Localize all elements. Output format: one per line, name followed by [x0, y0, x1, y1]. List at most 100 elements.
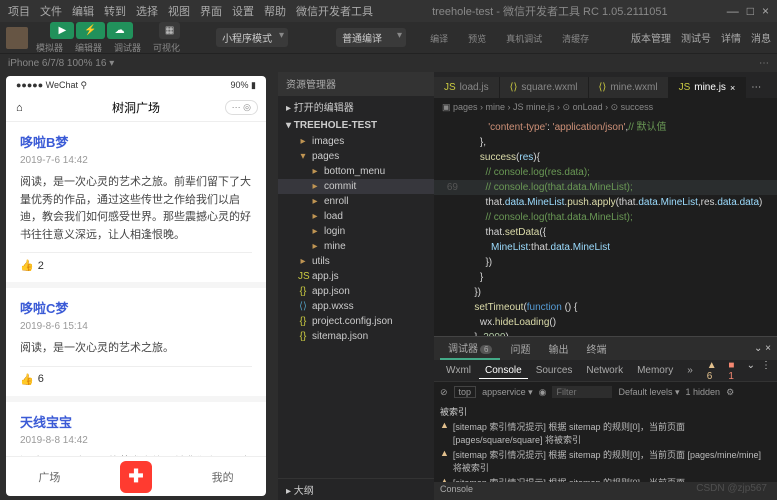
- context-select[interactable]: appservice ▾: [482, 387, 533, 398]
- close-icon[interactable]: ×: [730, 83, 735, 93]
- menu-界面[interactable]: 界面: [200, 3, 222, 19]
- code-line[interactable]: setTimeout(function () {: [434, 300, 777, 315]
- menu-设置[interactable]: 设置: [232, 3, 254, 19]
- home-icon[interactable]: ⌂: [16, 102, 23, 114]
- code-line[interactable]: // console.log(that.data.MineList);: [434, 210, 777, 225]
- top-context[interactable]: top: [454, 386, 477, 398]
- menu-转到[interactable]: 转到: [104, 3, 126, 19]
- warn-count[interactable]: ▲ 6: [707, 360, 723, 382]
- toolbar-right-消息[interactable]: 消息: [751, 30, 771, 45]
- root-folder[interactable]: ▾ TREEHOLE-TEST: [278, 117, 434, 134]
- code-line[interactable]: },: [434, 135, 777, 150]
- breadcrumb[interactable]: ▣ pages › mine › JS mine.js › ⊙ onLoad ›…: [434, 98, 777, 116]
- menu-微信开发者工具[interactable]: 微信开发者工具: [296, 3, 373, 19]
- code-line[interactable]: success(res){: [434, 150, 777, 165]
- file-mine[interactable]: ▸mine: [278, 239, 434, 254]
- console-line[interactable]: 被索引: [438, 404, 773, 419]
- more-icon[interactable]: ⋯: [759, 58, 769, 69]
- tab-load.js[interactable]: JSload.js: [434, 77, 500, 98]
- file-enroll[interactable]: ▸enroll: [278, 194, 434, 209]
- levels-select[interactable]: Default levels ▾: [618, 387, 679, 398]
- debug-tab-问题[interactable]: 问题: [502, 338, 538, 359]
- devtool-tab-Wxml[interactable]: Wxml: [440, 363, 477, 379]
- devtool-tab-»[interactable]: »: [681, 363, 699, 379]
- toolbar-right-版本管理[interactable]: 版本管理: [631, 30, 671, 45]
- like-row[interactable]: 👍2: [20, 252, 252, 272]
- opened-editors[interactable]: ▸ 打开的编辑器: [278, 96, 434, 117]
- console-line[interactable]: ▲[sitemap 索引情况提示] 根据 sitemap 的规则[0]，当前页面…: [438, 419, 773, 447]
- menu-选择[interactable]: 选择: [136, 3, 158, 19]
- code-line[interactable]: // console.log(res.data);: [434, 165, 777, 180]
- clear-console-icon[interactable]: ⊘: [440, 387, 448, 398]
- file-commit[interactable]: ▸commit: [278, 179, 434, 194]
- tabs-more-icon[interactable]: ⋯: [746, 77, 766, 98]
- toolbar-right-测试号[interactable]: 测试号: [681, 30, 711, 45]
- sim-button[interactable]: ⚡: [76, 22, 104, 39]
- window-control[interactable]: ×: [762, 4, 769, 18]
- console-line[interactable]: ▲[sitemap 索引情况提示] 根据 sitemap 的规则[0]，当前页面…: [438, 475, 773, 482]
- sim-button[interactable]: ▶: [50, 22, 74, 39]
- tab-post[interactable]: ✚: [93, 461, 180, 493]
- tab-mine.wxml[interactable]: ⟨⟩mine.wxml: [589, 77, 669, 98]
- code-line[interactable]: that.setData({: [434, 225, 777, 240]
- action-真机调试[interactable]: 真机调试: [506, 32, 542, 45]
- sim-button[interactable]: ☁: [107, 22, 133, 39]
- menu-编辑[interactable]: 编辑: [72, 3, 94, 19]
- code-line[interactable]: }: [434, 270, 777, 285]
- devtool-tab-Console[interactable]: Console: [479, 363, 528, 379]
- tab-square.wxml[interactable]: ⟨⟩square.wxml: [500, 77, 589, 98]
- outline[interactable]: ▸ 大纲: [278, 478, 434, 500]
- menu-项目[interactable]: 项目: [8, 3, 30, 19]
- file-sitemap.json[interactable]: {}sitemap.json: [278, 329, 434, 344]
- file-app.json[interactable]: {}app.json: [278, 284, 434, 299]
- code-line[interactable]: 'content-type': 'application/json',// 默认…: [434, 120, 777, 135]
- toolbar-right-详情[interactable]: 详情: [721, 30, 741, 45]
- window-control[interactable]: —: [727, 4, 739, 18]
- mode-select[interactable]: 小程序模式: [216, 28, 288, 47]
- code-line[interactable]: that.data.MineList.push.apply(that.data.…: [434, 195, 777, 210]
- feed[interactable]: 哆啦B梦2019-7-6 14:42阅读，是一次心灵的艺术之旅。前辈们留下了大量…: [6, 122, 266, 456]
- debug-tab-调试器[interactable]: 调试器6: [440, 337, 500, 360]
- collapse-icon[interactable]: ⌄: [754, 343, 762, 354]
- devtools-more-icon[interactable]: ⋮: [761, 360, 771, 382]
- like-row[interactable]: 👍6: [20, 366, 252, 386]
- compile-select[interactable]: 普通编译: [336, 28, 406, 47]
- post-card[interactable]: 哆啦C梦2019-8-6 15:14阅读，是一次心灵的艺术之旅。👍6: [6, 288, 266, 396]
- menu-文件[interactable]: 文件: [40, 3, 62, 19]
- devtool-tab-Network[interactable]: Network: [580, 363, 629, 379]
- file-login[interactable]: ▸login: [278, 224, 434, 239]
- devtools-collapse-icon[interactable]: ⌄: [747, 360, 755, 382]
- code-editor[interactable]: 'content-type': 'application/json',// 默认…: [434, 116, 777, 336]
- live-icon[interactable]: ◉: [539, 387, 547, 398]
- file-utils[interactable]: ▸utils: [278, 254, 434, 269]
- action-清缓存[interactable]: 清缓存: [562, 32, 589, 45]
- tab-mine[interactable]: 我的: [179, 469, 266, 485]
- code-line[interactable]: 69 // console.log(that.data.MineList);: [434, 180, 777, 195]
- debug-tab-输出[interactable]: 输出: [540, 338, 576, 359]
- menu-视图[interactable]: 视图: [168, 3, 190, 19]
- code-line[interactable]: }): [434, 255, 777, 270]
- tab-mine.js[interactable]: JSmine.js×: [669, 77, 747, 98]
- filter-input[interactable]: [552, 386, 612, 398]
- capsule-button[interactable]: ⋯ ◎: [225, 100, 258, 115]
- devtool-tab-Memory[interactable]: Memory: [631, 363, 679, 379]
- post-card[interactable]: 哆啦B梦2019-7-6 14:42阅读，是一次心灵的艺术之旅。前辈们留下了大量…: [6, 122, 266, 282]
- code-line[interactable]: wx.hideLoading(): [434, 315, 777, 330]
- tab-square[interactable]: 广场: [6, 469, 93, 485]
- debug-tab-终端[interactable]: 终端: [578, 338, 614, 359]
- file-app.wxss[interactable]: ⟨⟩app.wxss: [278, 299, 434, 314]
- gear-icon[interactable]: ⚙: [726, 387, 734, 398]
- code-line[interactable]: }): [434, 285, 777, 300]
- file-load[interactable]: ▸load: [278, 209, 434, 224]
- close-icon[interactable]: ×: [765, 343, 771, 354]
- error-count[interactable]: ■ 1: [728, 360, 740, 382]
- devtool-tab-Sources[interactable]: Sources: [530, 363, 579, 379]
- post-card[interactable]: 天线宝宝2019-8-8 14:42阅读，是一次心灵的艺术之旅。前辈们留下了大量…: [6, 402, 266, 456]
- console-output[interactable]: 被索引▲[sitemap 索引情况提示] 根据 sitemap 的规则[0]，当…: [434, 402, 777, 482]
- window-control[interactable]: □: [747, 4, 754, 18]
- avatar[interactable]: [6, 27, 28, 49]
- device-select[interactable]: iPhone 6/7/8 100% 16 ▾: [8, 58, 114, 69]
- file-images[interactable]: ▸images: [278, 134, 434, 149]
- visualize-button[interactable]: ▦: [159, 22, 180, 39]
- file-project.config.json[interactable]: {}project.config.json: [278, 314, 434, 329]
